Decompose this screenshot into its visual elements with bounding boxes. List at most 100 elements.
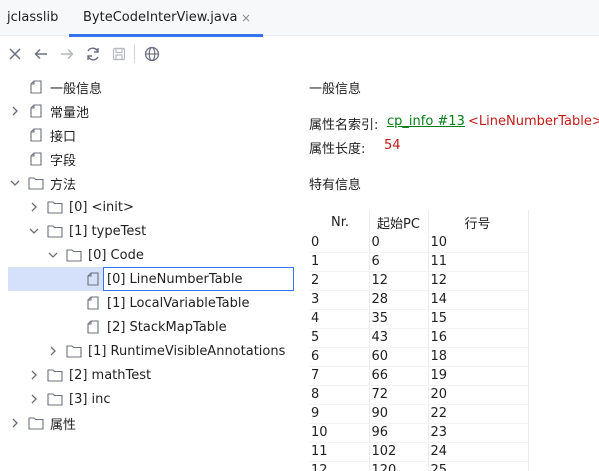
tree-item-runtime-visible-annotations[interactable]: [1] RuntimeVisibleAnnotations [46,339,285,363]
table-cell: 3 [309,290,370,310]
tree-label-selected: [0] LineNumberTable [103,267,294,291]
column-header-nr[interactable]: Nr. [309,210,370,234]
tab-label: ByteCodeInterView.java [83,10,238,25]
tree-label: 一般信息 [50,81,103,97]
file-icon [85,319,101,335]
tab-bar: jclasslib ByteCodeInterView.java × [0,0,599,37]
chevron-down-icon[interactable] [8,176,22,190]
tree-item-inc[interactable]: [3] inc [27,387,111,411]
chevron-right-icon[interactable] [27,368,41,382]
column-header-line-number[interactable]: 行号 [428,210,529,234]
chevron-down-icon[interactable] [27,224,41,238]
tree-label: [3] inc [69,391,111,407]
tree-item-line-number-table[interactable]: [0] LineNumberTable [65,267,294,291]
table-cell: 19 [428,366,529,386]
table-row[interactable]: 1 6 11 [309,252,529,272]
folder-icon [66,247,82,263]
tree-item-typetest[interactable]: [1] typeTest [27,219,146,243]
tree-item-interfaces[interactable]: 接口 [8,123,76,147]
attribute-name-index-label: 属性名索引: [309,118,379,133]
attribute-length-label: 属性长度: [309,142,366,157]
tree-item-mathtest[interactable]: [2] mathTest [27,363,151,387]
save-icon[interactable] [110,45,128,63]
table-cell: 43 [369,328,429,348]
chevron-right-icon[interactable] [46,344,60,358]
close-icon[interactable] [6,45,24,63]
file-icon [28,79,44,95]
table-row[interactable]: 12 120 25 [309,461,529,471]
table-row[interactable]: 2 12 12 [309,271,529,291]
table-row[interactable]: 5 43 16 [309,328,529,348]
table-cell: 66 [369,366,429,386]
tree-item-fields[interactable]: 字段 [8,147,76,171]
table-cell: 24 [428,442,529,462]
tab-jclasslib[interactable]: jclasslib [7,0,58,36]
table-row[interactable]: 6 60 18 [309,347,529,367]
table-cell: 6 [309,347,370,367]
tree-item-code[interactable]: [0] Code [46,243,144,267]
chevron-right-icon[interactable] [8,416,22,430]
refresh-icon[interactable] [84,45,102,63]
chevron-down-icon[interactable] [46,248,60,262]
tree-item-attributes[interactable]: 属性 [8,411,76,435]
folder-icon [47,391,63,407]
chevron-right-icon[interactable] [27,200,41,214]
tree-label: 常量池 [50,105,90,121]
tree-item-constant-pool[interactable]: 常量池 [8,99,89,123]
tree-label: [2] StackMapTable [107,319,227,335]
table-cell: 14 [428,290,529,310]
cp-info-link[interactable]: cp_info #13 [387,114,465,129]
table-row[interactable]: 3 28 14 [309,290,529,310]
table-cell: 2 [309,271,370,291]
chevron-right-icon[interactable] [8,104,22,118]
column-header-start-pc[interactable]: 起始PC [369,210,429,234]
table-row[interactable]: 4 35 15 [309,309,529,329]
table-cell: 9 [309,404,370,424]
toolbar-separator [134,45,135,63]
table-cell: 10 [309,423,370,443]
table-cell: 72 [369,385,429,405]
file-icon [28,127,44,143]
table-cell: 12 [309,461,370,471]
table-row[interactable]: 7 66 19 [309,366,529,386]
forward-icon[interactable] [58,45,76,63]
tree-item-stack-map-table[interactable]: [2] StackMapTable [65,315,227,339]
table-cell: 28 [369,290,429,310]
folder-icon [47,199,63,215]
file-icon [28,151,44,167]
table-cell: 102 [369,442,429,462]
table-row[interactable]: 9 90 22 [309,404,529,424]
table-row[interactable]: 10 96 23 [309,423,529,443]
attribute-length-value: 54 [384,138,401,153]
tree-label: [0] <init> [69,199,134,215]
table-row[interactable]: 0 0 10 [309,234,529,253]
file-icon [85,271,101,287]
close-icon[interactable]: × [241,0,251,36]
table-row[interactable]: 11 102 24 [309,442,529,462]
back-icon[interactable] [32,45,50,63]
folder-icon [47,223,63,239]
table-cell: 12 [369,271,429,291]
table-cell: 60 [369,347,429,367]
tree-label: 接口 [50,129,77,145]
folder-icon [28,175,44,191]
folder-icon [47,367,63,383]
specific-info-title: 特有信息 [309,178,362,193]
general-info-title: 一般信息 [309,82,362,97]
table-cell: 0 [369,234,429,253]
table-cell: 7 [309,366,370,386]
table-cell: 11 [428,252,529,272]
table-cell: 12 [428,271,529,291]
attribute-name-value: <LineNumberTable> [468,114,599,129]
table-row[interactable]: 8 72 20 [309,385,529,405]
tab-bytecode-interview[interactable]: ByteCodeInterView.java × [69,0,263,37]
tree-item-local-variable-table[interactable]: [1] LocalVariableTable [65,291,250,315]
tree-item-general[interactable]: 一般信息 [8,75,102,99]
chevron-right-icon[interactable] [27,392,41,406]
tree-item-init[interactable]: [0] <init> [27,195,134,219]
tree-label: 字段 [50,153,77,169]
table-cell: 8 [309,385,370,405]
tree-item-methods[interactable]: 方法 [8,171,76,195]
file-icon [28,103,44,119]
web-icon[interactable] [143,45,161,63]
